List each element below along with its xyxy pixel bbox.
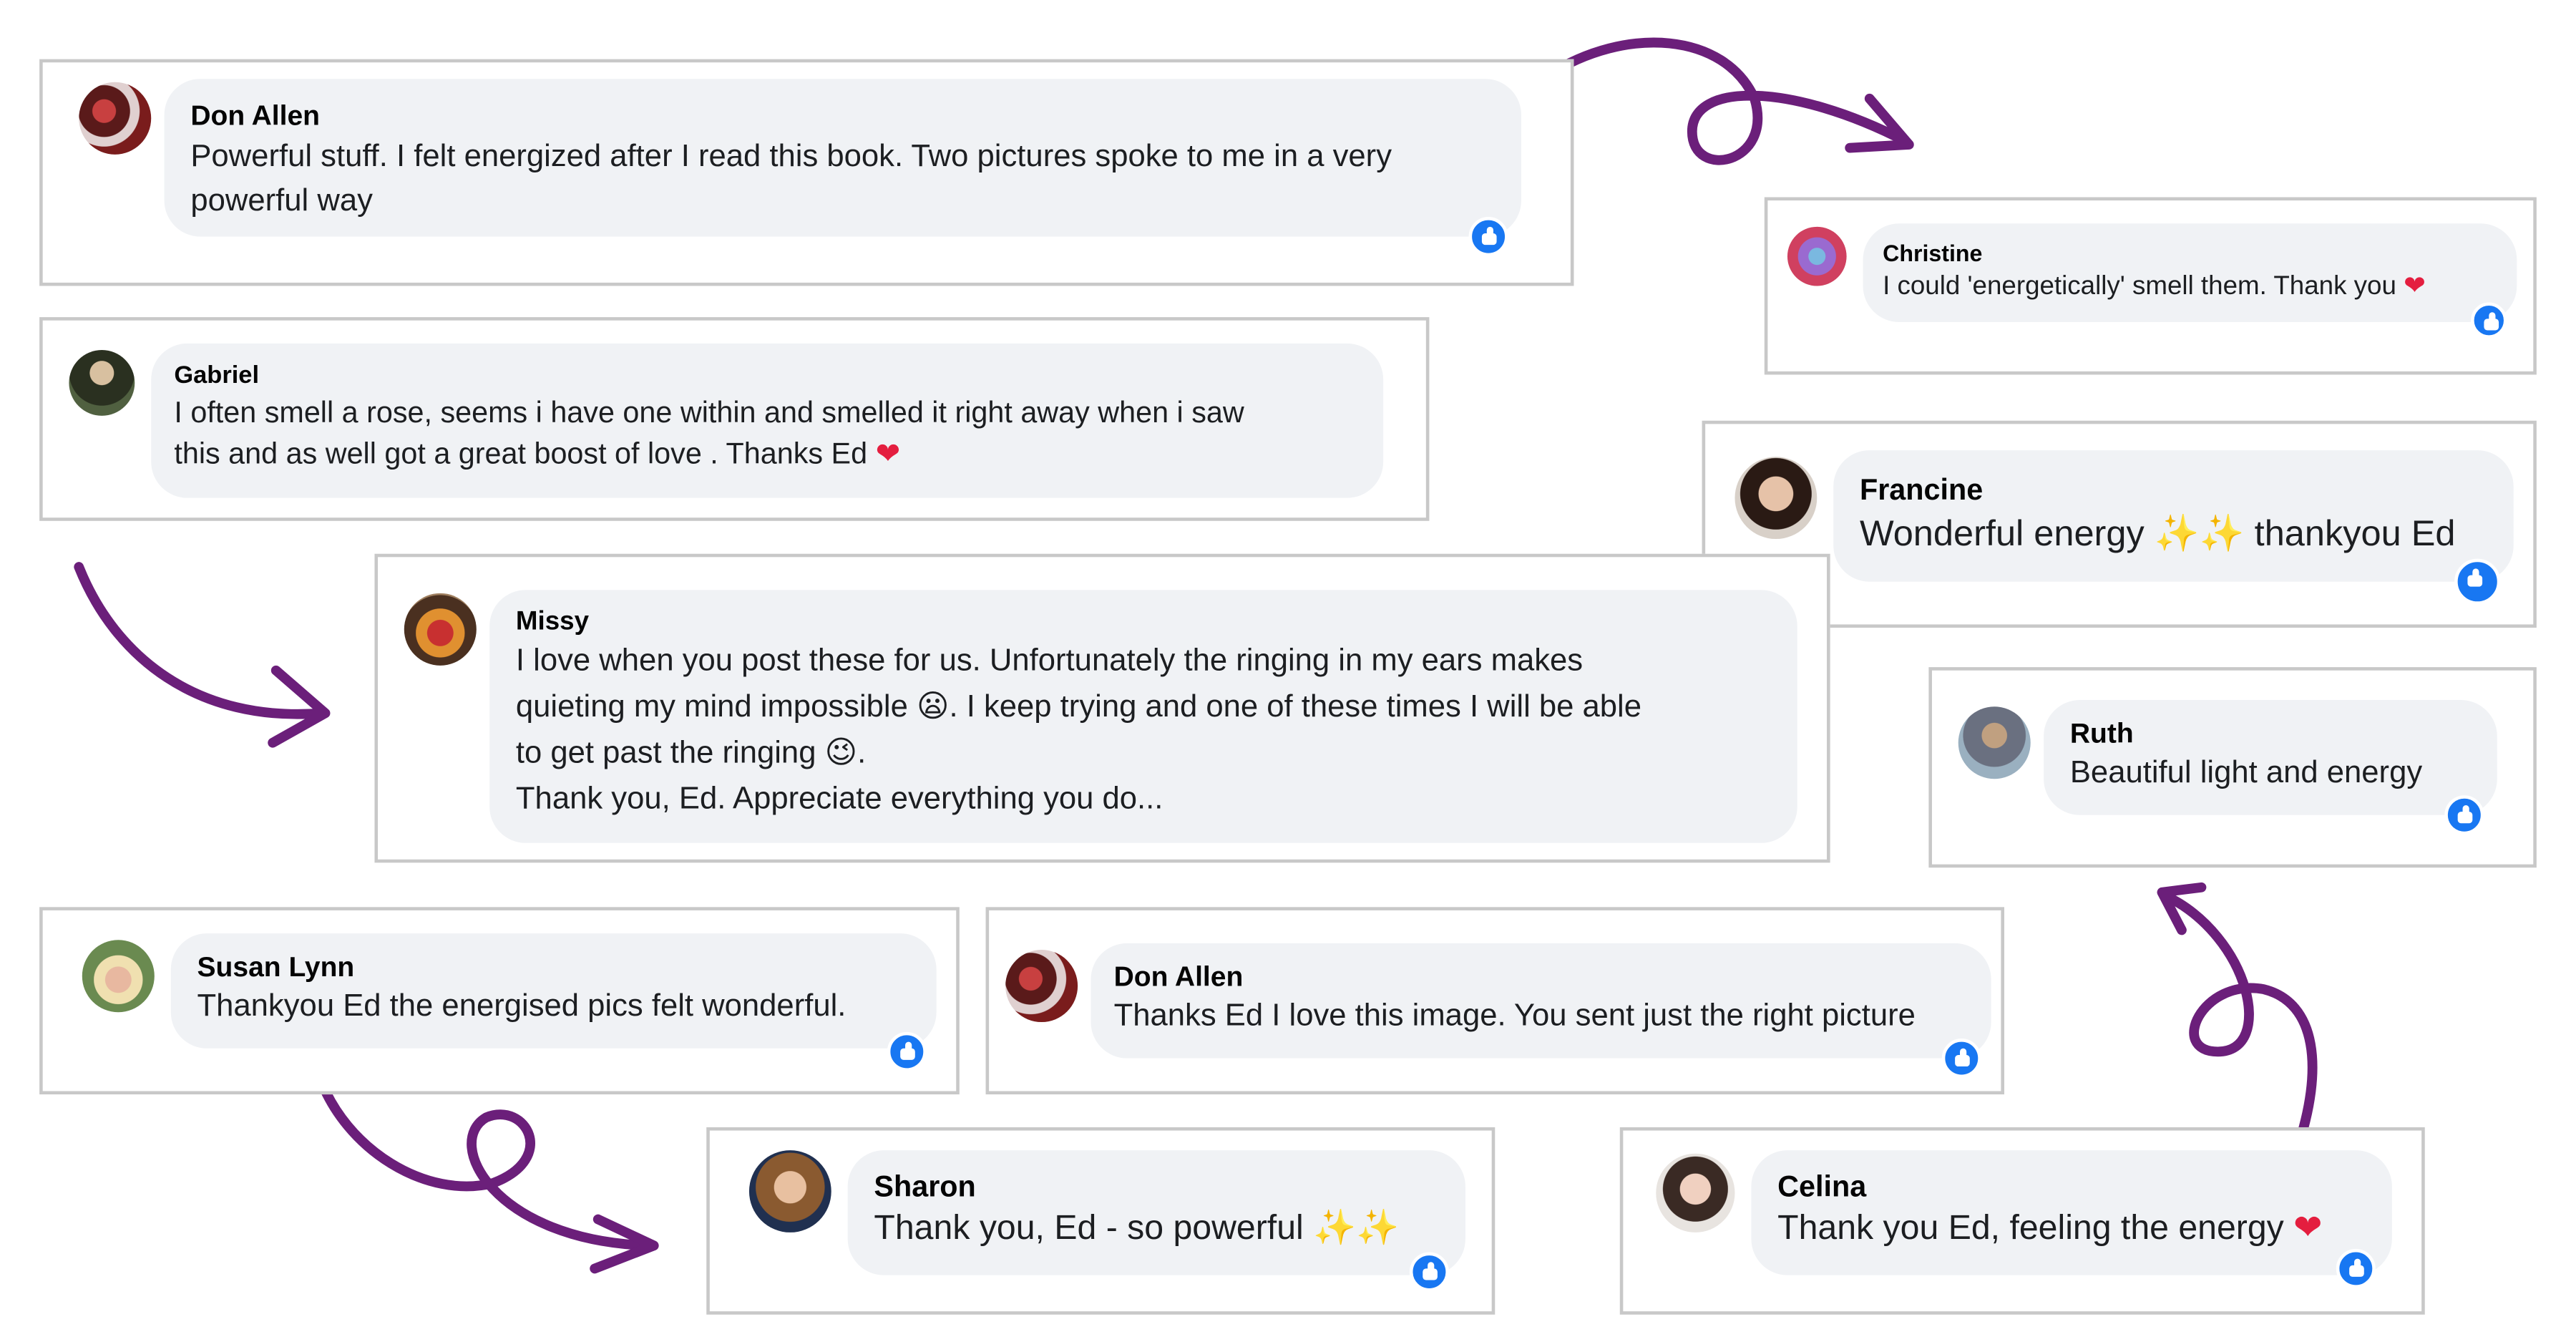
like-icon[interactable] (2336, 1248, 2376, 1288)
comment-card: Don Allen Powerful stuff. I felt energiz… (39, 59, 1574, 286)
heart-emoji: ❤ (2404, 273, 2426, 301)
comment-card: Celina Thank you Ed, feeling the energy … (1619, 1127, 2425, 1315)
comment-author[interactable]: Gabriel (174, 360, 1360, 393)
comment-author[interactable]: Ruth (2070, 716, 2471, 753)
arrow-head-left (268, 665, 331, 748)
testimonials-collage: Don Allen Powerful stuff. I felt energiz… (0, 0, 2576, 1341)
comment-author[interactable]: Don Allen (1114, 960, 1968, 996)
comment-text: Thanks Ed I love this image. You sent ju… (1113, 998, 1916, 1034)
sparkles-emoji: ✨✨ (2154, 512, 2245, 554)
comment-card: Christine I could 'energetically' smell … (1764, 197, 2537, 375)
avatar[interactable] (1735, 457, 1818, 540)
avatar[interactable] (1958, 706, 2031, 779)
avatar[interactable] (82, 940, 155, 1013)
like-icon[interactable] (2471, 302, 2507, 339)
comment-text: powerful way (190, 184, 373, 219)
like-icon[interactable] (2454, 558, 2501, 605)
comment-bubble: Missy I love when you post these for us.… (489, 590, 1797, 843)
like-icon[interactable] (1409, 1252, 1449, 1292)
like-icon[interactable] (1468, 217, 1508, 257)
comment-text: Beautiful light and energy (2069, 756, 2423, 791)
sparkles-emoji: ✨✨ (1313, 1209, 1400, 1248)
comment-card: Missy I love when you post these for us.… (374, 553, 1830, 863)
comment-text: I often smell a rose, seems i have one w… (174, 396, 1244, 429)
comment-bubble: Don Allen Thanks Ed I love this image. Y… (1091, 943, 1991, 1059)
comment-bubble: Gabriel I often smell a rose, seems i ha… (151, 343, 1384, 498)
avatar[interactable] (404, 593, 477, 666)
comment-text: I could 'energetically' smell them. Than… (1883, 270, 2497, 304)
comment-bubble: Sharon Thank you, Ed - so powerful ✨✨ (847, 1150, 1465, 1275)
comment-author[interactable]: Sharon (874, 1167, 1439, 1206)
comment-text: quieting my mind impossible 😦. I keep tr… (516, 685, 1771, 731)
comment-author[interactable]: Francine (1860, 470, 2487, 510)
avatar[interactable] (69, 350, 135, 416)
comment-card: Don Allen Thanks Ed I love this image. Y… (985, 907, 2004, 1095)
winking-emoji: 😉 (824, 736, 858, 771)
comment-bubble: Christine I could 'energetically' smell … (1863, 223, 2517, 322)
heart-emoji: ❤ (2293, 1209, 2323, 1248)
comment-author[interactable]: Missy (516, 606, 1771, 639)
comment-text: Wonderful energy ✨✨ thankyou Ed (1860, 510, 2487, 559)
comment-card: Ruth Beautiful light and energy (1928, 667, 2537, 868)
comment-text: Thankyou Ed the energised pics felt wond… (197, 989, 847, 1024)
heart-emoji: ❤ (875, 437, 901, 470)
comment-bubble: Ruth Beautiful light and energy (2044, 700, 2497, 815)
like-icon[interactable] (2444, 795, 2484, 835)
comment-text: this and as well got a great boost of lo… (174, 434, 1360, 475)
comment-text: Thank you Ed, feeling the energy ❤ (1777, 1206, 2366, 1252)
like-icon[interactable] (1941, 1039, 1981, 1079)
comment-bubble: Francine Wonderful energy ✨✨ thankyou Ed (1833, 450, 2514, 582)
comment-card: Sharon Thank you, Ed - so powerful ✨✨ (706, 1127, 1496, 1315)
comment-author[interactable]: Don Allen (190, 99, 1495, 135)
avatar[interactable] (1005, 950, 1078, 1023)
comment-bubble: Don Allen Powerful stuff. I felt energiz… (164, 79, 1522, 237)
avatar[interactable] (1656, 1153, 1735, 1232)
comment-text: Thank you, Ed - so powerful ✨✨ (874, 1206, 1439, 1252)
frowning-emoji: 😦 (917, 690, 950, 725)
comment-card: Gabriel I often smell a rose, seems i ha… (39, 317, 1430, 521)
avatar[interactable] (748, 1150, 831, 1232)
like-icon[interactable] (887, 1031, 927, 1071)
comment-text: Thank you, Ed. Appreciate everything you… (515, 782, 1163, 817)
comment-author[interactable]: Christine (1883, 237, 2497, 270)
comment-text: to get past the ringing 😉. (516, 731, 1771, 777)
avatar[interactable] (1787, 226, 1847, 286)
comment-author[interactable]: Celina (1777, 1167, 2366, 1206)
arrow-curve-left (74, 562, 327, 719)
comment-text: Powerful stuff. I felt energized after I… (190, 140, 1392, 175)
avatar[interactable] (79, 82, 152, 155)
arrow-curve-top (1542, 37, 1911, 165)
comment-bubble: Susan Lynn Thankyou Ed the energised pic… (170, 933, 937, 1049)
comment-bubble: Celina Thank you Ed, feeling the energy … (1751, 1150, 2392, 1275)
arrow-curve-right (2160, 890, 2318, 1156)
comment-text: I love when you post these for us. Unfor… (515, 643, 1584, 679)
comment-card: Susan Lynn Thankyou Ed the energised pic… (39, 907, 960, 1095)
comment-author[interactable]: Susan Lynn (197, 950, 910, 986)
